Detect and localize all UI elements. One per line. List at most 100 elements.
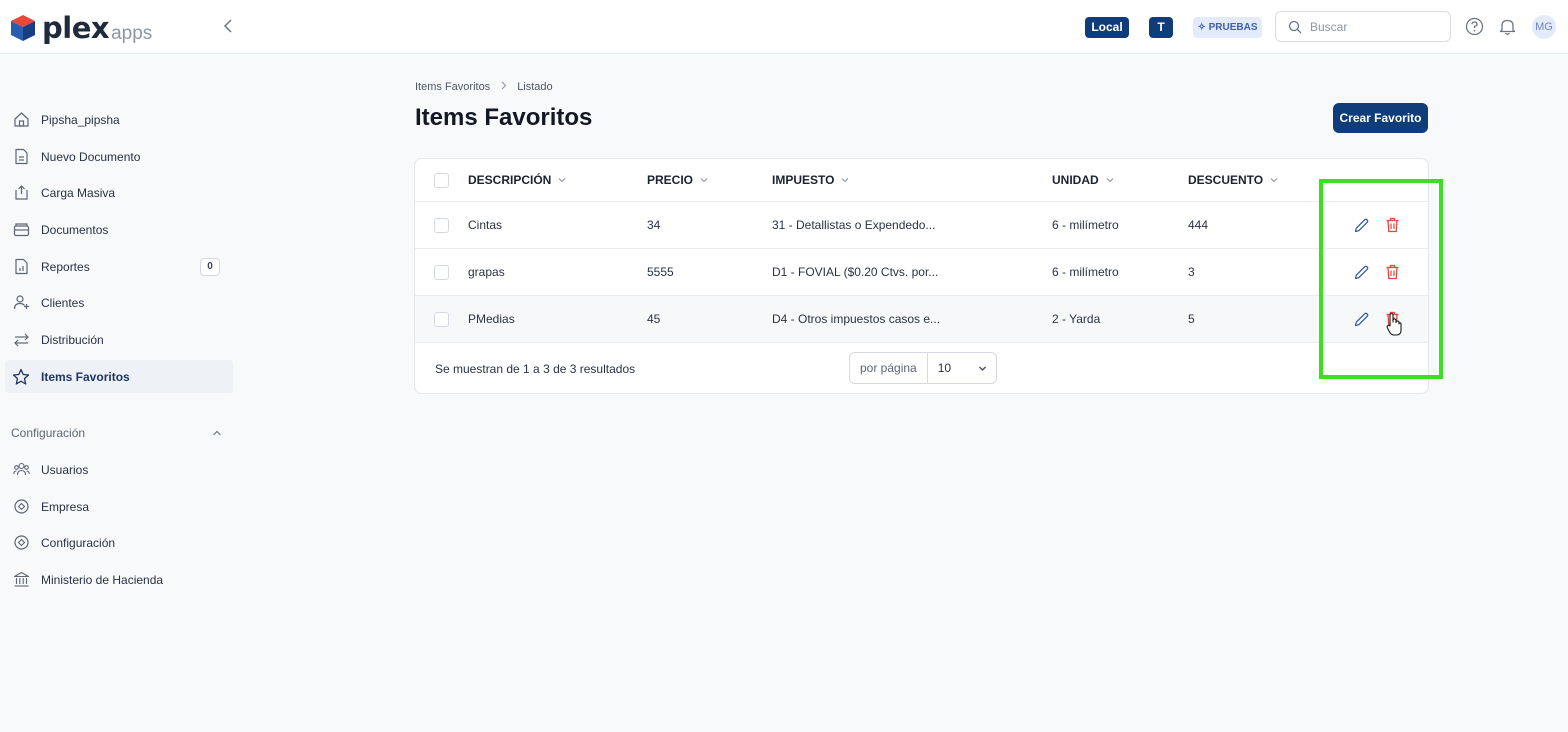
- table-row: grapas 5555 D1 - FOVIAL ($0.20 Ctvs. por…: [415, 249, 1428, 296]
- per-page-value: 10: [937, 361, 952, 375]
- per-page-label: por página: [850, 353, 928, 383]
- home-icon: [12, 111, 30, 129]
- hand-cursor-icon: [1386, 312, 1402, 336]
- search-box[interactable]: [1275, 11, 1451, 42]
- column-header-description[interactable]: DESCRIPCIÓN: [468, 159, 567, 201]
- sidebar-item-label: Usuarios: [41, 462, 89, 477]
- cell-unit: 6 - milímetro: [1052, 218, 1119, 232]
- bank-icon: [12, 571, 30, 589]
- env-local-badge[interactable]: Local: [1085, 17, 1129, 38]
- row-checkbox[interactable]: [434, 217, 449, 233]
- breadcrumb-parent[interactable]: Items Favoritos: [415, 81, 490, 93]
- cell-description: grapas: [468, 265, 505, 279]
- sidebar-item-documentos[interactable]: Documentos: [5, 213, 233, 246]
- cell-tax: 31 - Detallistas o Expendedo...: [772, 218, 936, 232]
- sidebar-item-carga-masiva[interactable]: Carga Masiva: [5, 176, 233, 209]
- document-icon: [12, 148, 30, 166]
- table-row: PMedias 45 D4 - Otros impuestos casos e.…: [415, 296, 1428, 343]
- sidebar-item-reportes[interactable]: Reportes: [5, 250, 233, 283]
- breadcrumb: Items Favoritos Listado: [415, 81, 553, 93]
- env-pruebas-badge[interactable]: ✧ PRUEBAS: [1193, 17, 1262, 38]
- config-section-label: Configuración: [11, 426, 86, 440]
- table-header-row: DESCRIPCIÓN PRECIO IMPUESTO UNIDAD DESCU…: [415, 159, 1428, 202]
- cell-description: PMedias: [468, 312, 515, 326]
- column-header-label: DESCUENTO: [1188, 173, 1264, 187]
- sidebar-item-label: Configuración: [41, 535, 116, 550]
- sidebar-item-ministerio[interactable]: Ministerio de Hacienda: [5, 563, 233, 596]
- sidebar-item-label: Nuevo Documento: [41, 149, 141, 164]
- sidebar-item-label: Documentos: [41, 222, 109, 237]
- cell-discount: 444: [1188, 218, 1209, 232]
- cell-tax: D4 - Otros impuestos casos e...: [772, 312, 941, 326]
- column-header-tax[interactable]: IMPUESTO: [772, 159, 850, 201]
- sidebar-item-distribucion[interactable]: Distribución: [5, 323, 233, 356]
- search-icon: [1288, 20, 1302, 33]
- sidebar-item-label: Reportes: [41, 259, 90, 274]
- cell-unit: 2 - Yarda: [1052, 312, 1101, 326]
- breadcrumb-separator-icon: [499, 81, 508, 93]
- chevron-down-icon: [558, 178, 566, 183]
- chevron-down-icon: [1270, 178, 1278, 183]
- column-header-price[interactable]: PRECIO: [647, 159, 709, 201]
- chevron-down-icon: [1106, 178, 1114, 183]
- row-checkbox[interactable]: [434, 264, 449, 280]
- cell-price: 5555: [647, 265, 674, 279]
- chevron-down-icon: [842, 178, 849, 183]
- sidebar-item-nuevo-documento[interactable]: Nuevo Documento: [5, 140, 233, 173]
- actions-highlight-box: [1319, 179, 1443, 379]
- users-icon: [12, 461, 30, 479]
- star-icon: [12, 368, 30, 386]
- user-avatar[interactable]: MG: [1532, 15, 1556, 39]
- sidebar-item-pipsha[interactable]: Pipsha_pipsha: [5, 103, 233, 136]
- report-icon: [12, 258, 30, 276]
- config-section-header[interactable]: Configuración: [11, 426, 223, 440]
- column-header-label: DESCRIPCIÓN: [468, 173, 552, 187]
- column-header-label: PRECIO: [647, 173, 694, 187]
- sidebar-item-label: Clientes: [41, 295, 85, 310]
- cell-tax: D1 - FOVIAL ($0.20 Ctvs. por...: [772, 265, 939, 279]
- select-all-cell: [434, 159, 449, 201]
- column-header-label: UNIDAD: [1052, 173, 1099, 187]
- reportes-count-badge: 0: [200, 258, 220, 276]
- sidebar-item-usuarios[interactable]: Usuarios: [5, 453, 233, 486]
- row-select-cell: [434, 296, 449, 342]
- column-header-unit[interactable]: UNIDAD: [1052, 159, 1115, 201]
- column-header-discount[interactable]: DESCUENTO: [1188, 159, 1279, 201]
- company-icon: [12, 498, 30, 516]
- chevron-up-icon: [213, 430, 221, 436]
- chevron-down-icon: [700, 178, 708, 183]
- add-user-icon: [12, 294, 30, 312]
- settings-icon: [12, 534, 30, 552]
- bell-icon[interactable]: [1498, 17, 1517, 36]
- sidebar-item-label: Items Favoritos: [41, 369, 130, 384]
- folder-icon: [12, 221, 30, 239]
- search-input[interactable]: [1310, 19, 1440, 34]
- sidebar-item-clientes[interactable]: Clientes: [5, 286, 233, 319]
- per-page-selector[interactable]: por página 10: [849, 352, 997, 384]
- help-icon[interactable]: [1465, 17, 1484, 36]
- sidebar-item-items-favoritos[interactable]: Items Favoritos: [5, 360, 233, 393]
- cell-price: 34: [647, 218, 661, 232]
- favorites-table: DESCRIPCIÓN PRECIO IMPUESTO UNIDAD DESCU…: [414, 158, 1429, 394]
- plexapps-logo[interactable]: plex apps: [10, 11, 152, 45]
- brand-name: plex: [42, 11, 110, 45]
- upload-icon: [12, 184, 30, 202]
- select-all-checkbox[interactable]: [434, 172, 449, 188]
- row-checkbox[interactable]: [434, 311, 449, 327]
- sidebar-item-label: Pipsha_pipsha: [41, 112, 120, 127]
- row-select-cell: [434, 249, 449, 295]
- per-page-dropdown[interactable]: 10: [928, 361, 996, 375]
- column-header-label: IMPUESTO: [772, 173, 835, 187]
- cell-unit: 6 - milímetro: [1052, 265, 1119, 279]
- create-favorite-button[interactable]: Crear Favorito: [1333, 103, 1428, 133]
- cell-discount: 3: [1188, 265, 1195, 279]
- cell-discount: 5: [1188, 312, 1195, 326]
- sidebar-item-configuracion[interactable]: Configuración: [5, 526, 233, 559]
- cell-description: Cintas: [468, 218, 503, 232]
- transfer-icon: [12, 331, 30, 349]
- sidebar-item-empresa[interactable]: Empresa: [5, 490, 233, 523]
- collapse-sidebar-icon[interactable]: [219, 16, 239, 36]
- row-select-cell: [434, 202, 449, 248]
- sidebar-item-label: Ministerio de Hacienda: [41, 572, 164, 587]
- env-t-badge[interactable]: T: [1149, 17, 1173, 38]
